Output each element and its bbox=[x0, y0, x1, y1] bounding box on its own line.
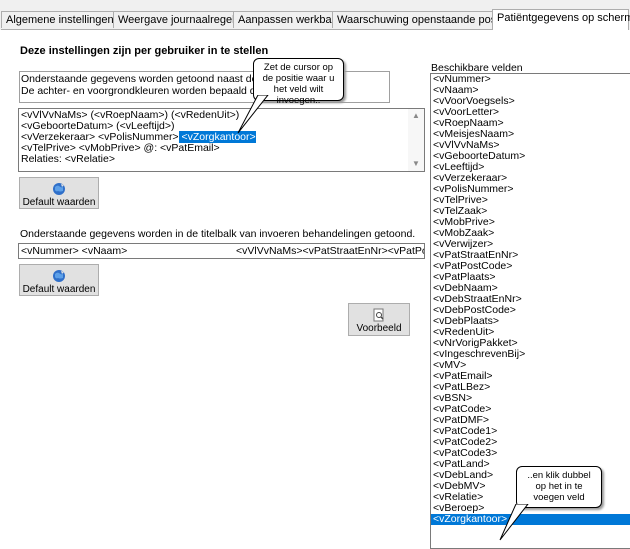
tab-patientgegevens-op-scherm[interactable]: Patiëntgegevens op scherm bbox=[492, 9, 630, 30]
page-heading: Deze instellingen zijn per gebruiker in … bbox=[20, 45, 269, 57]
default-values-button-1[interactable]: Default waarden bbox=[19, 177, 99, 209]
tab-strip: Algemene instellingen Weergave journaalr… bbox=[0, 0, 630, 30]
default-values-label-2: Default waarden bbox=[22, 284, 96, 295]
tab-weergave-journaalregels[interactable]: Weergave journaalregels bbox=[113, 11, 240, 28]
titlebar-description: Onderstaande gegevens worden in de titel… bbox=[20, 228, 416, 240]
default-values-label-1: Default waarden bbox=[22, 197, 96, 208]
titlebar-field-right: <vVlVvNaMs><vPatStraatEnNr><vPatPostC bbox=[236, 245, 425, 257]
magnifier-page-icon bbox=[373, 308, 384, 322]
preview-button[interactable]: Voorbeeld bbox=[348, 303, 410, 336]
scroll-down-icon[interactable]: ▼ bbox=[408, 157, 424, 171]
default-values-button-2[interactable]: Default waarden bbox=[19, 264, 99, 296]
globe-refresh-icon bbox=[53, 270, 65, 282]
callout-pointer-2 bbox=[499, 504, 529, 541]
tab-aanpassen-werkbalk[interactable]: Aanpassen werkbalk bbox=[233, 11, 340, 28]
globe-refresh-icon bbox=[53, 183, 65, 195]
preview-label: Voorbeeld bbox=[356, 323, 402, 334]
tab-waarschuwing-openstaande-posten[interactable]: Waarschuwing openstaande posten bbox=[332, 11, 512, 28]
callout-pointer-1 bbox=[237, 95, 269, 134]
editor-line-5: Relaties: <vRelatie> bbox=[21, 153, 115, 165]
scroll-up-icon[interactable]: ▲ bbox=[408, 109, 424, 123]
tab-algemene-instellingen[interactable]: Algemene instellingen bbox=[1, 11, 114, 28]
editor-scrollbar[interactable]: ▲ ▼ bbox=[408, 109, 424, 171]
titlebar-template-field[interactable]: <vNummer> <vNaam> <vVlVvNaMs><vPatStraat… bbox=[18, 243, 425, 259]
callout-doubleclick-hint: ..en klik dubbel op het in te voegen vel… bbox=[516, 466, 602, 508]
titlebar-field-left: <vNummer> <vNaam> bbox=[21, 245, 128, 257]
